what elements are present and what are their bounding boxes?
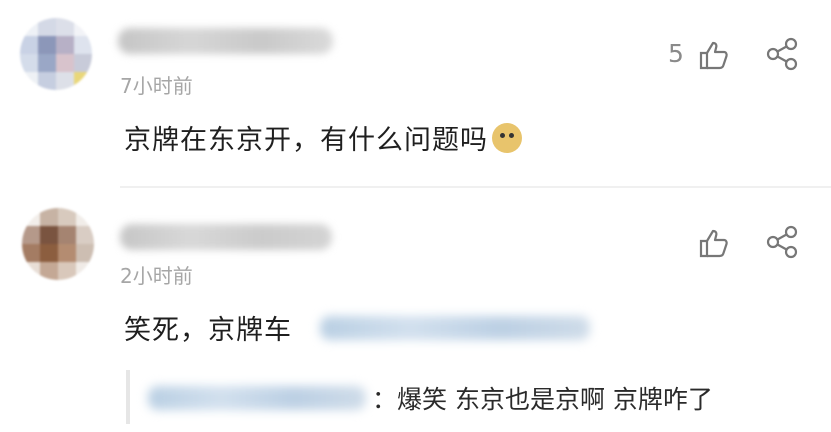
avatar[interactable] — [22, 208, 94, 280]
comment-timestamp: 2小时前 — [120, 264, 193, 288]
username[interactable] — [118, 28, 333, 54]
comment-timestamp: 7小时前 — [120, 74, 193, 98]
comment-text: 京牌在东京开，有什么问题吗 — [124, 118, 522, 157]
comment-item: 2小时前 笑死，京牌车 ：爆笑 东京也是京啊 京牌咋了 — [0, 190, 831, 432]
comment-text: 笑死，京牌车 — [124, 315, 292, 346]
reply-text: ：爆笑 东京也是京啊 京牌咋了 — [372, 385, 713, 414]
comment-text-content: 京牌在东京开，有什么问题吗 — [124, 125, 488, 156]
redacted-mention[interactable] — [320, 316, 590, 340]
comment-item: 7小时前 5 京牌在东京开，有什么问题吗 — [0, 0, 831, 190]
reply-username[interactable] — [148, 386, 366, 410]
thumbs-up-icon[interactable] — [697, 226, 731, 260]
username[interactable] — [120, 224, 332, 250]
reply-quote-bar — [126, 370, 130, 424]
like-count: 5 — [668, 39, 684, 68]
doge-emoji-icon — [492, 123, 522, 153]
comment-divider — [120, 186, 831, 188]
share-icon[interactable] — [765, 224, 801, 260]
thumbs-up-icon[interactable] — [697, 38, 731, 72]
share-icon[interactable] — [765, 36, 801, 72]
avatar[interactable] — [20, 18, 92, 90]
